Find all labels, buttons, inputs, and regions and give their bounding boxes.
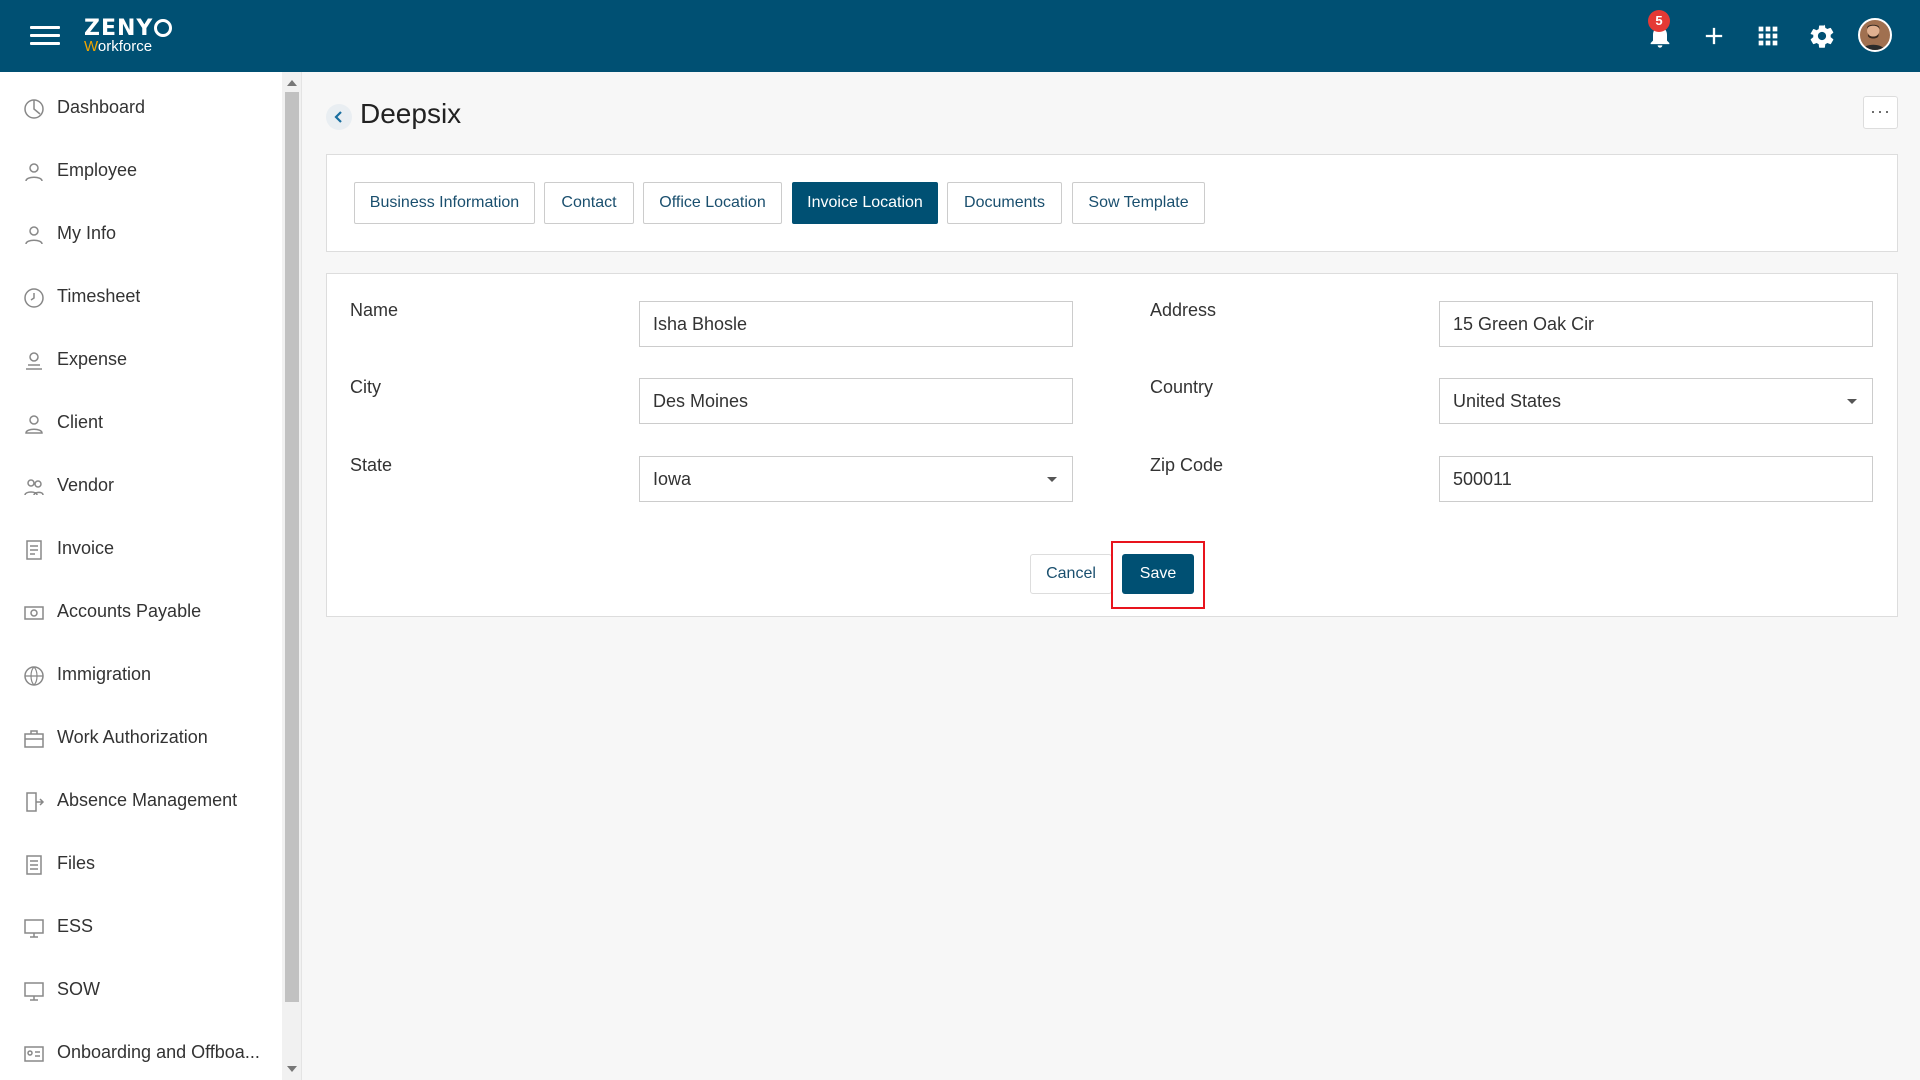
sidebar-item-label: Client: [57, 412, 104, 432]
sidebar-item-label: Work Authorization: [57, 727, 208, 747]
globe-icon: [22, 664, 46, 688]
client-icon: [22, 412, 46, 436]
sidebar-item-employee[interactable]: Employee: [0, 146, 282, 198]
sidebar-item-label: My Info: [57, 223, 117, 243]
notification-badge: 5: [1648, 10, 1670, 32]
sidebar-item-client[interactable]: Client: [0, 398, 282, 450]
employee-icon: [22, 160, 46, 184]
zip-code-field[interactable]: 500011: [1439, 456, 1873, 502]
dropdown-caret-icon: [1047, 477, 1057, 482]
files-icon: [22, 853, 46, 877]
page-title: Deepsix: [360, 98, 462, 129]
accounts-payable-icon: [22, 601, 46, 625]
ess-icon: [22, 916, 46, 940]
sidebar-item-label: Invoice: [57, 538, 115, 558]
sidebar-item-dashboard[interactable]: Dashboard: [0, 83, 282, 135]
country-select[interactable]: United States: [1439, 378, 1873, 424]
more-options-button[interactable]: ···: [1863, 96, 1898, 129]
sidebar-item-accounts-payable[interactable]: Accounts Payable: [0, 587, 282, 639]
name-label: Name: [350, 300, 399, 320]
logo-workforce: orkforce: [97, 38, 153, 55]
scroll-down-arrow-icon[interactable]: [287, 1066, 297, 1072]
city-field[interactable]: Des Moines: [639, 378, 1073, 424]
invoice-icon: [22, 538, 46, 562]
sidebar-item-label: Immigration: [57, 664, 152, 684]
zip-code-label: Zip Code: [1150, 455, 1224, 475]
hamburger-menu-icon[interactable]: [30, 26, 60, 48]
sidebar-item-label: SOW: [57, 979, 100, 999]
tab-contact[interactable]: Contact: [544, 182, 634, 224]
sidebar-item-files[interactable]: Files: [0, 839, 282, 891]
sidebar-item-work-authorization[interactable]: Work Authorization: [0, 713, 282, 765]
sidebar-item-invoice[interactable]: Invoice: [0, 524, 282, 576]
sidebar-item-timesheet[interactable]: Timesheet: [0, 272, 282, 324]
state-label: State: [350, 455, 393, 475]
sidebar-item-label: Files: [57, 853, 96, 873]
sidebar-item-ess[interactable]: ESS: [0, 902, 282, 954]
sidebar-item-label: Employee: [57, 160, 138, 180]
plus-icon[interactable]: [1700, 22, 1728, 50]
sidebar-item-label: Timesheet: [57, 286, 141, 306]
dropdown-caret-icon: [1847, 399, 1857, 404]
tab-business-information[interactable]: Business Information: [354, 182, 535, 224]
logo-ring-icon: [154, 19, 173, 37]
expense-icon: [22, 349, 46, 373]
state-select-value: Iowa: [653, 469, 692, 489]
dashboard-icon: [22, 97, 46, 121]
briefcase-icon: [22, 727, 46, 751]
my-info-icon: [22, 223, 46, 247]
top-bar: ZENY Workforce 5: [0, 0, 1920, 72]
sidebar-item-label: Onboarding and Offboa...: [57, 1042, 260, 1062]
id-card-icon: [22, 1042, 46, 1066]
sidebar-item-label: Vendor: [57, 475, 115, 495]
save-highlight-box: [1111, 541, 1205, 609]
country-select-value: United States: [1453, 391, 1562, 411]
tab-sow-template[interactable]: Sow Template: [1072, 182, 1205, 224]
sidebar-item-label: Absence Management: [57, 790, 238, 810]
sidebar-item-my-info[interactable]: My Info: [0, 209, 282, 261]
scroll-up-arrow-icon[interactable]: [287, 80, 297, 86]
user-avatar[interactable]: [1858, 18, 1892, 52]
sidebar-item-label: Dashboard: [57, 97, 146, 117]
app-logo[interactable]: ZENY Workforce: [84, 18, 173, 55]
sidebar-item-label: ESS: [57, 916, 94, 936]
sidebar-scrollbar[interactable]: [282, 72, 301, 1080]
sow-icon: [22, 979, 46, 1003]
tab-office-location[interactable]: Office Location: [643, 182, 782, 224]
address-field[interactable]: 15 Green Oak Cir: [1439, 301, 1873, 347]
name-field[interactable]: Isha Bhosle: [639, 301, 1073, 347]
sidebar-item-onboarding[interactable]: Onboarding and Offboa...: [0, 1028, 282, 1080]
cancel-button[interactable]: Cancel: [1030, 554, 1112, 594]
gear-icon[interactable]: [1808, 22, 1836, 50]
apps-grid-icon[interactable]: [1754, 22, 1782, 50]
state-select[interactable]: Iowa: [639, 456, 1073, 502]
sidebar: Dashboard Employee My Info Timesheet Exp…: [0, 72, 302, 1080]
tabs-card: Business Information Contact Office Loca…: [326, 154, 1898, 252]
chevron-left-icon: [334, 111, 342, 123]
sidebar-item-expense[interactable]: Expense: [0, 335, 282, 387]
tab-invoice-location[interactable]: Invoice Location: [792, 182, 938, 224]
sidebar-item-vendor[interactable]: Vendor: [0, 461, 282, 513]
door-exit-icon: [22, 790, 46, 814]
city-label: City: [350, 377, 381, 397]
sidebar-item-label: Expense: [57, 349, 128, 369]
sidebar-item-immigration[interactable]: Immigration: [0, 650, 282, 702]
tab-documents[interactable]: Documents: [947, 182, 1062, 224]
vendor-icon: [22, 475, 46, 499]
back-button[interactable]: [326, 104, 352, 130]
sidebar-item-absence-management[interactable]: Absence Management: [0, 776, 282, 828]
sidebar-item-label: Accounts Payable: [57, 601, 202, 621]
sidebar-item-sow[interactable]: SOW: [0, 965, 282, 1017]
clock-icon: [22, 286, 46, 310]
logo-w: W: [84, 38, 98, 55]
country-label: Country: [1150, 377, 1214, 397]
invoice-location-form: Name Isha Bhosle Address 15 Green Oak Ci…: [326, 273, 1898, 617]
address-label: Address: [1150, 300, 1217, 320]
scroll-thumb[interactable]: [285, 92, 299, 1002]
